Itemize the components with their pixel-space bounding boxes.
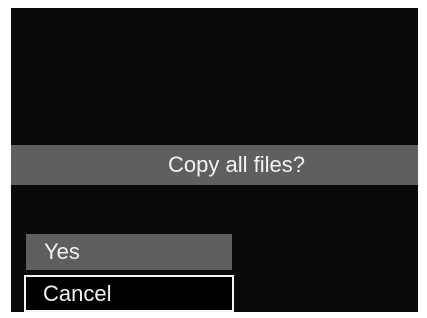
menu-option-yes[interactable]: Yes xyxy=(26,234,232,270)
camera-screen: Copy all files? Yes Cancel xyxy=(11,8,418,312)
menu-option-yes-label: Yes xyxy=(44,239,80,264)
confirm-prompt-bar: Copy all files? xyxy=(11,145,418,185)
confirm-prompt-text: Copy all files? xyxy=(168,152,305,177)
menu-option-cancel[interactable]: Cancel xyxy=(24,275,234,312)
menu-option-cancel-label: Cancel xyxy=(43,281,112,306)
